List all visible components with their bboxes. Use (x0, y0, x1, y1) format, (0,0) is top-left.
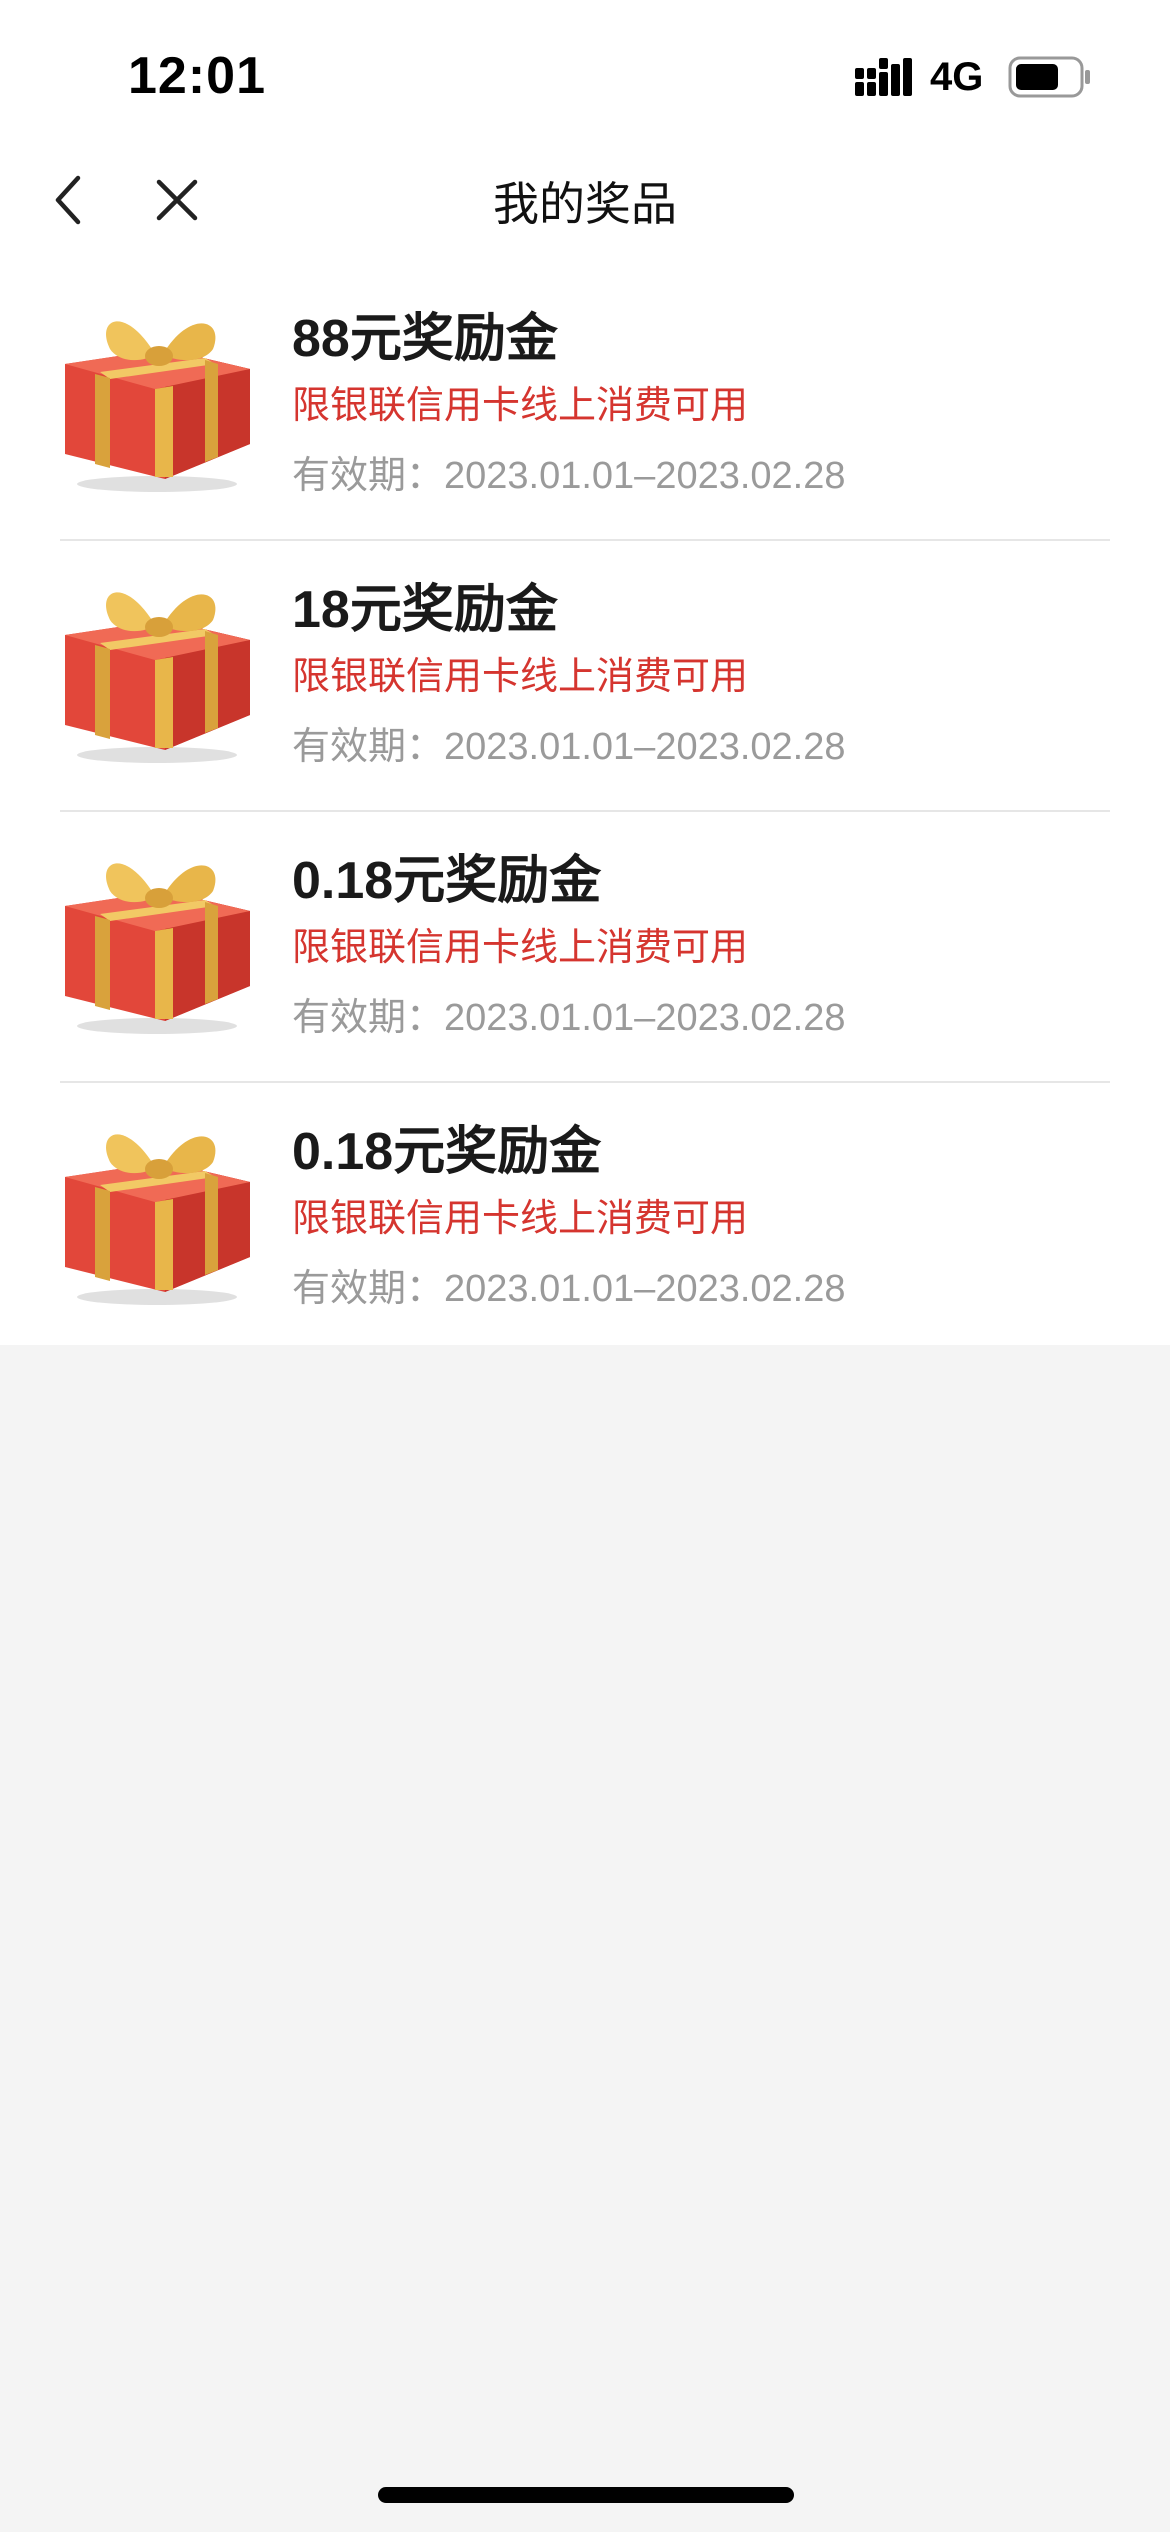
content-area: 12:01 4G 我的奖品 88元奖励金 限银联信用卡线上消费可用 有效期：20… (0, 0, 1170, 1345)
battery-icon (1008, 56, 1090, 98)
prize-name: 18元奖励金 (292, 581, 558, 639)
gift-box-icon (65, 863, 250, 1034)
network-type-label: 4G (930, 55, 984, 99)
prize-validity: 有效期：2023.01.01–2023.02.28 (292, 997, 846, 1039)
prize-item[interactable]: 88元奖励金 限银联信用卡线上消费可用 有效期：2023.01.01–2023.… (0, 270, 1170, 541)
status-time: 12:01 (128, 47, 266, 105)
prize-restriction: 限银联信用卡线上消费可用 (292, 656, 749, 698)
prize-restriction: 限银联信用卡线上消费可用 (292, 927, 749, 969)
prize-validity: 有效期：2023.01.01–2023.02.28 (292, 726, 846, 768)
home-indicator[interactable] (378, 2487, 794, 2503)
prize-restriction: 限银联信用卡线上消费可用 (292, 385, 749, 427)
gift-box-icon (65, 592, 250, 763)
prize-item[interactable]: 0.18元奖励金 限银联信用卡线上消费可用 有效期：2023.01.01–202… (0, 812, 1170, 1083)
prize-item[interactable]: 0.18元奖励金 限银联信用卡线上消费可用 有效期：2023.01.01–202… (0, 1083, 1170, 1354)
prize-name: 0.18元奖励金 (292, 1123, 602, 1181)
prize-list: 88元奖励金 限银联信用卡线上消费可用 有效期：2023.01.01–2023.… (0, 270, 1170, 1354)
status-bar: 12:01 4G (0, 0, 1170, 150)
prize-validity: 有效期：2023.01.01–2023.02.28 (292, 455, 846, 497)
signal-strength-icon (855, 58, 912, 96)
page-title: 我的奖品 (493, 178, 677, 230)
gift-box-icon (65, 321, 250, 492)
navigation-bar: 我的奖品 (0, 150, 1170, 250)
prize-validity: 有效期：2023.01.01–2023.02.28 (292, 1268, 846, 1310)
prize-item[interactable]: 18元奖励金 限银联信用卡线上消费可用 有效期：2023.01.01–2023.… (0, 541, 1170, 812)
prize-name: 88元奖励金 (292, 310, 558, 368)
gift-box-icon (65, 1134, 250, 1305)
prize-name: 0.18元奖励金 (292, 852, 602, 910)
prize-restriction: 限银联信用卡线上消费可用 (292, 1198, 749, 1240)
